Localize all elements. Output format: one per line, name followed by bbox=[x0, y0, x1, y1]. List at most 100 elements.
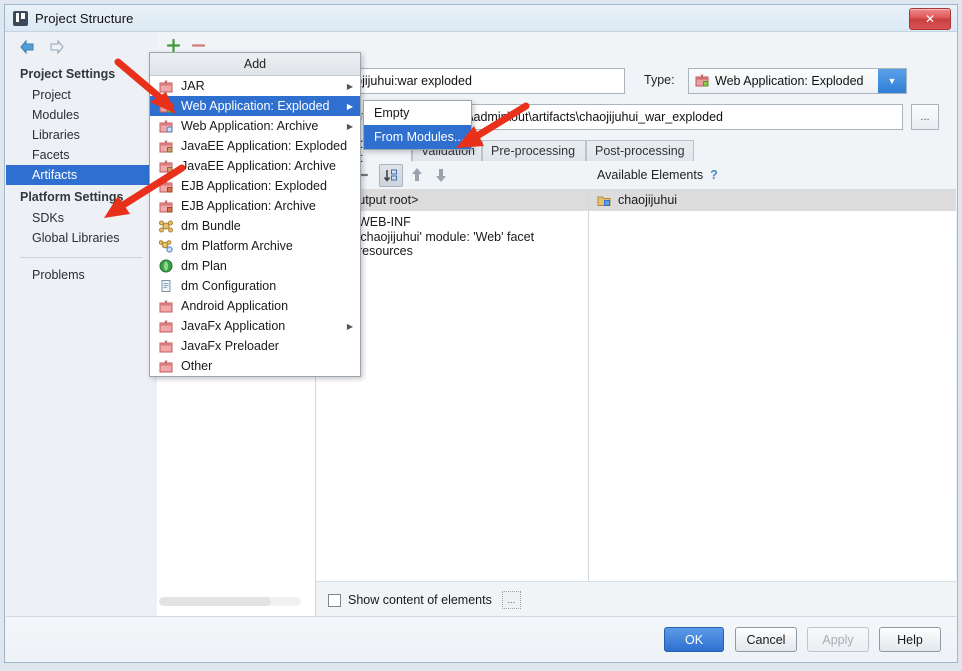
chevron-down-icon[interactable]: ▼ bbox=[878, 69, 906, 93]
menu-item-jar[interactable]: JAR ▶ bbox=[150, 76, 360, 96]
dm-plan-icon bbox=[158, 258, 174, 274]
show-content-bar: Show content of elements ... bbox=[316, 581, 956, 618]
javafx-icon bbox=[158, 318, 174, 334]
menu-item-javaee-application-archive[interactable]: JavaEE Application: Archive bbox=[150, 156, 360, 176]
window-titlebar: Project Structure ✕ bbox=[5, 5, 957, 32]
chevron-right-icon: ▶ bbox=[346, 101, 353, 111]
artifact-type-label: Type: bbox=[644, 73, 675, 87]
dm-bundle-icon bbox=[158, 218, 174, 234]
list-item-label: chaojijuhui bbox=[618, 193, 678, 207]
help-question-icon[interactable]: ? bbox=[710, 168, 718, 182]
show-content-checkbox[interactable] bbox=[328, 593, 341, 607]
available-elements-header: Available Elements ? bbox=[589, 162, 718, 188]
show-content-label: Show content of elements bbox=[348, 593, 492, 607]
menu-item-web-application-exploded[interactable]: Web Application: Exploded ▶ bbox=[150, 96, 360, 116]
menu-item-ejb-application-archive[interactable]: EJB Application: Archive bbox=[150, 196, 360, 216]
project-structure-window: Project Structure ✕ Project Settings Pro… bbox=[4, 4, 958, 663]
sidebar-nav-arrows bbox=[6, 32, 157, 62]
menu-item-dm-bundle[interactable]: dm Bundle bbox=[150, 216, 360, 236]
web-exploded-submenu: Empty From Modules... bbox=[363, 100, 472, 150]
menu-item-label: dm Plan bbox=[181, 259, 227, 273]
menu-item-label: EJB Application: Archive bbox=[181, 199, 316, 213]
apply-button: Apply bbox=[807, 627, 869, 652]
menu-item-label: dm Bundle bbox=[181, 219, 241, 233]
menu-item-label: JavaEE Application: Exploded bbox=[181, 139, 348, 153]
javaee-exploded-icon bbox=[158, 138, 174, 154]
tree-row-label: WEB-INF bbox=[358, 215, 411, 229]
tab-post-processing[interactable]: Post-processing bbox=[586, 140, 694, 161]
sidebar-item-modules[interactable]: Modules bbox=[6, 105, 157, 125]
submenu-item-from-modules[interactable]: From Modules... bbox=[364, 125, 471, 149]
sidebar-item-sdks[interactable]: SDKs bbox=[6, 208, 157, 228]
available-elements-pane[interactable]: Available Elements ? chaojijuhui bbox=[589, 168, 956, 582]
sidebar-item-libraries[interactable]: Libraries bbox=[6, 125, 157, 145]
artifact-list-hscrollbar[interactable] bbox=[159, 597, 301, 606]
available-elements-title: Available Elements bbox=[597, 168, 704, 182]
menu-item-javafx-preloader[interactable]: JavaFx Preloader bbox=[150, 336, 360, 356]
menu-item-label: JAR bbox=[181, 79, 205, 93]
javaee-archive-icon bbox=[158, 158, 174, 174]
tree-row-label: 'chaojijuhui' module: 'Web' facet resour… bbox=[358, 230, 535, 258]
sidebar-group-project-settings: Project Settings Project Modules Librari… bbox=[6, 62, 157, 185]
menu-item-label: dm Platform Archive bbox=[181, 239, 293, 253]
window-body: Project Settings Project Modules Librari… bbox=[5, 31, 957, 662]
sidebar-group-label: Platform Settings bbox=[20, 190, 124, 204]
ejb-exploded-icon bbox=[158, 178, 174, 194]
menu-item-ejb-application-exploded[interactable]: EJB Application: Exploded bbox=[150, 176, 360, 196]
menu-item-javaee-application-exploded[interactable]: JavaEE Application: Exploded bbox=[150, 136, 360, 156]
sidebar-group-platform-settings: Platform Settings SDKs Global Libraries bbox=[6, 185, 157, 248]
menu-item-javafx-application[interactable]: JavaFx Application ▶ bbox=[150, 316, 360, 336]
tab-pre-processing[interactable]: Pre-processing bbox=[482, 140, 586, 161]
artifact-type-combo[interactable]: Web Application: Exploded ▼ bbox=[688, 68, 907, 94]
sidebar-item-facets[interactable]: Facets bbox=[6, 145, 157, 165]
menu-item-dm-configuration[interactable]: dm Configuration bbox=[150, 276, 360, 296]
jar-icon bbox=[158, 78, 174, 94]
sidebar-item-project[interactable]: Project bbox=[6, 85, 157, 105]
menu-item-label: Web Application: Exploded bbox=[181, 99, 330, 113]
menu-item-label: Other bbox=[181, 359, 213, 373]
dialog-footer: OK Cancel Apply Help bbox=[6, 616, 956, 661]
sidebar-item-global-libraries[interactable]: Global Libraries bbox=[6, 228, 157, 248]
sidebar-item-artifacts[interactable]: Artifacts bbox=[6, 165, 157, 185]
add-menu-title: Add bbox=[150, 53, 360, 76]
dm-config-icon bbox=[158, 278, 174, 294]
sidebar-group-label: Project Settings bbox=[20, 67, 116, 81]
menu-item-other[interactable]: Other bbox=[150, 356, 360, 376]
help-button[interactable]: Help bbox=[879, 627, 941, 652]
dm-platform-icon bbox=[158, 238, 174, 254]
list-item[interactable]: chaojijuhui bbox=[589, 189, 956, 211]
ok-button[interactable]: OK bbox=[664, 627, 724, 652]
menu-item-label: JavaEE Application: Archive bbox=[181, 159, 336, 173]
submenu-item-empty[interactable]: Empty bbox=[364, 101, 471, 125]
web-archive-icon bbox=[158, 118, 174, 134]
add-artifact-menu: Add JAR ▶ Web Application: Exploded ▶ We… bbox=[149, 52, 361, 377]
browse-button[interactable]: ... bbox=[911, 104, 939, 130]
menu-item-label: Android Application bbox=[181, 299, 289, 313]
idea-logo-icon bbox=[13, 10, 28, 26]
cancel-button[interactable]: Cancel bbox=[735, 627, 797, 652]
move-up-icon[interactable] bbox=[409, 166, 425, 187]
menu-item-dm-plan[interactable]: dm Plan bbox=[150, 256, 360, 276]
artifact-name-input[interactable] bbox=[328, 68, 625, 94]
sidebar-item-problems[interactable]: Problems bbox=[6, 265, 157, 285]
show-content-options-button[interactable]: ... bbox=[501, 591, 521, 609]
menu-item-label: Web Application: Archive bbox=[181, 119, 319, 133]
module-folder-icon bbox=[597, 194, 612, 207]
sidebar-divider bbox=[20, 257, 143, 258]
settings-sidebar: Project Settings Project Modules Librari… bbox=[6, 32, 158, 618]
web-exploded-icon bbox=[695, 73, 709, 90]
arrow-right-icon[interactable] bbox=[48, 39, 66, 55]
close-button[interactable]: ✕ bbox=[909, 8, 951, 30]
javafx-preloader-icon bbox=[158, 338, 174, 354]
artifact-name-row: Type: Web Application: Exploded bbox=[328, 68, 946, 94]
menu-item-web-application-archive[interactable]: Web Application: Archive ▶ bbox=[150, 116, 360, 136]
sort-az-icon[interactable] bbox=[379, 164, 403, 187]
move-down-icon[interactable] bbox=[433, 166, 449, 187]
chevron-right-icon: ▶ bbox=[346, 321, 353, 331]
web-exploded-icon bbox=[158, 98, 174, 114]
menu-item-android-application[interactable]: Android Application bbox=[150, 296, 360, 316]
menu-item-dm-platform-archive[interactable]: dm Platform Archive bbox=[150, 236, 360, 256]
ejb-archive-icon bbox=[158, 198, 174, 214]
artifact-type-value: Web Application: Exploded bbox=[715, 74, 864, 88]
arrow-left-icon[interactable] bbox=[18, 39, 36, 55]
